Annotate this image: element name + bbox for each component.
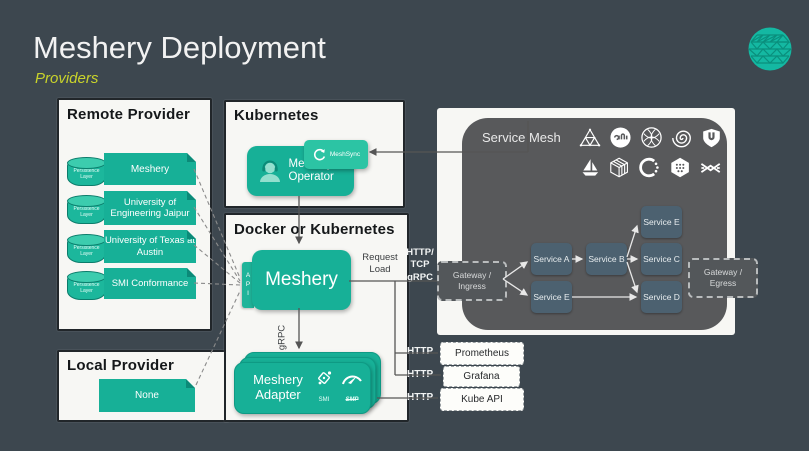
remote-provider-item: University of Engineering Jaipur	[104, 191, 196, 225]
smi-label: SMI	[319, 397, 330, 403]
smp-badge: SMP	[337, 370, 367, 406]
remote-provider-item-label: University of Engineering Jaipur	[104, 197, 196, 220]
http-label-grafana: HTTP	[407, 369, 433, 380]
mesh-logo-shield-icon	[701, 127, 722, 149]
folded-corner	[187, 268, 196, 277]
gateway-egress-box: Gateway / Egress	[688, 258, 758, 298]
remote-provider-title: Remote Provider	[67, 106, 190, 123]
sync-icon	[312, 147, 327, 162]
smp-label: SMP	[345, 397, 358, 403]
smi-badge: SMI	[311, 370, 337, 406]
meshery-box-label: Meshery	[265, 269, 338, 291]
meshery-logo-icon	[747, 26, 793, 72]
slide: Meshery Deployment Providers Remote Prov…	[0, 0, 809, 451]
adapter-stack-front: Meshery Adapter SMI SMP	[234, 362, 371, 414]
grafana-box: Grafana	[443, 366, 520, 387]
local-provider-item: None	[99, 379, 195, 412]
meshery-adapter-label: Meshery Adapter	[245, 373, 311, 403]
request-load-label: Request Load	[354, 252, 406, 276]
folded-corner	[187, 153, 196, 162]
operator-icon	[255, 156, 285, 186]
service-node: Service C	[641, 243, 682, 275]
smp-icon	[340, 370, 364, 388]
mesh-logo-row-1	[564, 126, 722, 149]
protocol-line-3: gRPC	[403, 272, 437, 284]
cylinder-top	[67, 195, 106, 207]
local-provider-item-label: None	[135, 390, 159, 401]
remote-provider-item-label: Meshery	[131, 164, 169, 175]
cylinder-top	[67, 271, 106, 283]
mesh-logo-nautilus-shell-icon	[671, 127, 693, 149]
http-label-kubeapi: HTTP	[407, 392, 433, 403]
remote-provider-item: Meshery	[104, 153, 196, 185]
service-mesh-title: Service Mesh	[482, 130, 561, 145]
kubernetes-panel: Kubernetes Meshery Operator Mesh	[224, 100, 405, 208]
service-node: Service E	[641, 206, 682, 238]
mesh-logo-woven-cube-icon	[608, 156, 630, 179]
folded-corner	[187, 230, 196, 239]
local-provider-title: Local Provider	[67, 357, 174, 374]
docker-panel: Docker or Kubernetes API Meshery gRPC Re…	[224, 213, 409, 422]
meshery-box: Meshery	[252, 250, 351, 310]
service-node: Service A	[531, 243, 572, 275]
folded-corner	[186, 379, 195, 388]
remote-provider-panel: Remote Provider Persistence Layer Mesher…	[57, 98, 212, 331]
protocol-line-2: TCP	[403, 259, 437, 271]
meshsync-label: MeshSync	[330, 151, 360, 158]
mesh-logo-c-ring-icon	[638, 156, 660, 179]
api-tab-label: API	[245, 272, 252, 299]
http-label-prometheus: HTTP	[407, 346, 433, 357]
service-node: Service E	[531, 281, 572, 313]
mesh-logo-sailboat-icon	[580, 157, 600, 179]
gateway-ingress-box: Gateway / Ingress	[437, 261, 507, 301]
protocol-line-1: HTTP/	[403, 247, 437, 259]
meshsync-box: MeshSync	[304, 140, 368, 169]
page-title: Meshery Deployment	[33, 30, 326, 66]
local-provider-panel: Local Provider None	[57, 350, 229, 422]
smi-icon	[314, 370, 334, 388]
mesh-logo-triangle-mesh-icon	[579, 127, 601, 149]
cylinder-top	[67, 157, 106, 169]
gateway-protocol-label: HTTP/ TCP gRPC	[403, 247, 437, 284]
remote-provider-item: University of Texas at Austin	[104, 230, 196, 263]
kube-api-box: Kube API	[440, 388, 524, 411]
prometheus-box: Prometheus	[440, 342, 524, 365]
mesh-logo-hexagon-dots-icon	[669, 156, 691, 179]
mesh-logo-knot-icon	[699, 157, 722, 179]
mesh-logo-woven-sphere-icon	[640, 126, 663, 149]
kubernetes-title: Kubernetes	[234, 107, 319, 124]
folded-corner	[187, 191, 196, 200]
cylinder-top	[67, 234, 106, 246]
remote-provider-item-label: SMI Conformance	[112, 278, 189, 289]
page-subtitle: Providers	[35, 70, 98, 87]
mesh-logo-row-2	[580, 156, 722, 179]
docker-title: Docker or Kubernetes	[234, 221, 395, 238]
service-node: Service B	[586, 243, 627, 275]
mesh-logo-circle-wordmark-icon	[609, 126, 632, 149]
remote-provider-item: SMI Conformance	[104, 268, 196, 299]
service-node: Service D	[641, 281, 682, 313]
remote-provider-item-label: University of Texas at Austin	[104, 235, 196, 258]
